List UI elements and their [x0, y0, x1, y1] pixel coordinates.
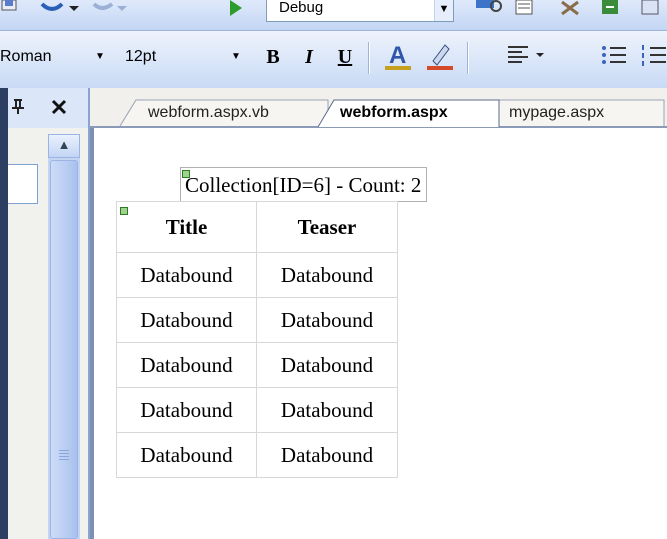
grid-cell[interactable]: Databound [116, 342, 257, 388]
undo-icon[interactable] [36, 0, 86, 22]
chevron-down-icon[interactable]: ▼ [95, 42, 105, 72]
grid-cell[interactable]: Databound [256, 432, 398, 478]
start-debug-icon[interactable] [224, 0, 246, 22]
redo-icon[interactable] [90, 0, 130, 22]
column-header-title[interactable]: Title [116, 201, 257, 253]
tab-webform-aspx[interactable]: webform.aspx [340, 100, 448, 127]
chevron-down-icon[interactable]: ▼ [231, 42, 241, 72]
column-header-teaser[interactable]: Teaser [256, 201, 398, 253]
export-icon[interactable] [600, 0, 622, 22]
bullet-list-icon [602, 46, 626, 64]
find-icon[interactable] [474, 0, 504, 22]
toolbox-pane-header [0, 88, 90, 128]
grid-cell[interactable]: Databound [256, 252, 398, 298]
align-button[interactable] [506, 41, 550, 69]
table-row: Databound Databound [116, 387, 398, 433]
font-size-value: 12pt [125, 48, 157, 65]
collection-control[interactable]: Collection[ID=6] - Count: 2 [180, 167, 428, 202]
server-control-icon [120, 207, 128, 215]
font-name-combo[interactable]: Roman ▼ [0, 42, 110, 72]
grid-cell[interactable]: Databound [116, 387, 257, 433]
numbered-list-icon [642, 45, 666, 66]
svg-text:A: A [389, 42, 406, 69]
window-edge [0, 88, 8, 539]
more-tools-icon[interactable] [640, 0, 662, 22]
font-color-icon: A [385, 42, 411, 70]
solution-configuration-value: Debug [279, 0, 324, 16]
toolbar-separator [368, 42, 370, 74]
toolbox-icon[interactable] [560, 0, 582, 22]
font-name-value: Roman [0, 48, 52, 65]
numbered-list-button[interactable] [640, 41, 667, 69]
tab-webform-aspx-vb[interactable]: webform.aspx.vb [148, 100, 269, 127]
chevron-down-icon[interactable]: ▼ [434, 0, 453, 21]
formatting-toolbar: Roman ▼ 12pt ▼ B I U A [0, 31, 667, 89]
pin-icon[interactable] [10, 98, 26, 121]
properties-icon[interactable] [514, 0, 536, 22]
grid-cell[interactable]: Databound [256, 342, 398, 388]
grid-header-row: Title Teaser [116, 201, 398, 253]
grid-cell[interactable]: Databound [256, 297, 398, 343]
highlight-icon [427, 44, 453, 70]
bullet-list-button[interactable] [600, 41, 628, 69]
grid-cell[interactable]: Databound [116, 297, 257, 343]
font-size-combo[interactable]: 12pt ▼ [125, 42, 245, 72]
grid-cell[interactable]: Databound [116, 252, 257, 298]
chevron-up-icon: ▲ [57, 137, 71, 152]
toolbar-separator [467, 42, 469, 74]
table-row: Databound Databound [116, 342, 398, 388]
highlight-button[interactable] [423, 39, 457, 70]
font-color-button[interactable]: A [381, 39, 415, 70]
document-tab-strip: webform.aspx.vb webform.aspx mypage.aspx [90, 88, 667, 128]
grid-cell[interactable]: Databound [116, 432, 257, 478]
close-icon[interactable] [50, 98, 68, 121]
scrollbar-thumb[interactable] [50, 160, 78, 539]
tab-mypage-aspx[interactable]: mypage.aspx [509, 100, 604, 127]
italic-button[interactable]: I [298, 43, 320, 71]
table-row: Databound Databound [116, 252, 398, 298]
data-grid[interactable]: Title Teaser Databound Databound Databou… [116, 201, 398, 478]
standard-toolbar: Debug ▼ [0, 0, 667, 31]
scroll-up-button[interactable]: ▲ [48, 134, 80, 158]
server-control-icon [182, 170, 190, 178]
align-left-icon [508, 46, 544, 63]
scrollbar-grip [59, 450, 69, 464]
table-row: Databound Databound [116, 432, 398, 478]
table-row: Databound Databound [116, 297, 398, 343]
grid-cell[interactable]: Databound [256, 387, 398, 433]
underline-button[interactable]: U [334, 43, 356, 71]
bold-button[interactable]: B [262, 43, 284, 71]
solution-configuration-select[interactable]: Debug ▼ [266, 0, 454, 22]
new-project-icon[interactable] [0, 0, 22, 22]
